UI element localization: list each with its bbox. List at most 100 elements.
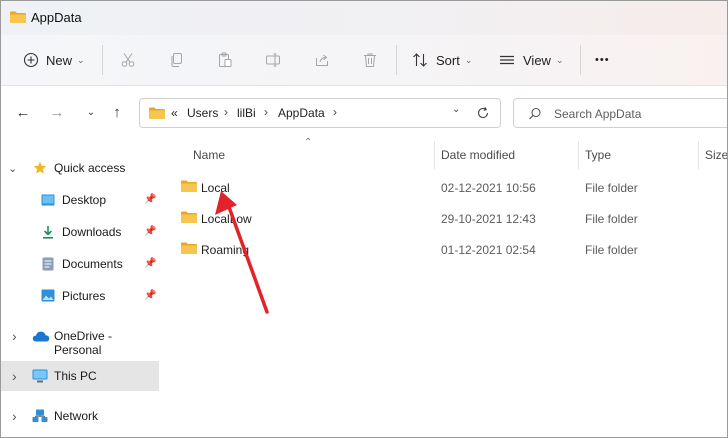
column-divider[interactable] [698, 141, 699, 169]
back-arrow-icon[interactable]: ← [13, 103, 33, 123]
toolbar-divider [580, 45, 581, 75]
nav-item-downloads[interactable]: Downloads 📌 [1, 217, 159, 247]
view-list-icon [500, 55, 514, 65]
pin-icon: 📌 [144, 226, 157, 237]
network-icon [32, 409, 48, 422]
chevron-right-icon[interactable]: › [224, 105, 228, 119]
cloud-icon [32, 331, 50, 342]
column-header-type[interactable]: Type [585, 148, 611, 162]
sort-label: Sort [436, 52, 460, 68]
column-header-name[interactable]: Name [193, 148, 225, 162]
file-row[interactable]: LocalLow 29-10-2021 12:43 File folder [173, 206, 727, 230]
cut-icon[interactable] [120, 52, 136, 68]
file-name[interactable]: Local [201, 181, 230, 195]
chevron-down-icon: ⌄ [464, 54, 473, 65]
nav-label: Network [54, 409, 99, 423]
breadcrumb-users[interactable]: Users [187, 106, 218, 120]
window-title: AppData [31, 10, 82, 25]
file-row[interactable]: Roaming 01-12-2021 02:54 File folder [173, 237, 727, 261]
pin-icon: 📌 [144, 290, 157, 301]
share-icon[interactable] [314, 52, 330, 68]
view-button[interactable]: View ⌄ [499, 35, 564, 85]
file-row[interactable]: Local 02-12-2021 10:56 File folder [173, 175, 727, 199]
column-divider[interactable] [434, 141, 435, 169]
folder-icon [181, 211, 197, 223]
breadcrumb-appdata[interactable]: AppData [278, 106, 325, 120]
nav-item-quick-access[interactable]: ⌄ Quick access [1, 153, 159, 183]
search-placeholder: Search AppData [554, 107, 642, 121]
nav-label: This PC [54, 369, 97, 383]
toolbar-divider [396, 45, 397, 75]
copy-icon[interactable] [169, 52, 185, 68]
new-label: New [46, 52, 73, 68]
nav-label: Quick access [54, 161, 126, 175]
star-icon [33, 161, 47, 174]
documents-icon [42, 257, 54, 271]
plus-circle-icon [23, 52, 39, 68]
pictures-icon [41, 289, 55, 302]
file-date-modified: 29-10-2021 12:43 [441, 212, 536, 226]
download-icon [43, 226, 53, 239]
column-header-size[interactable]: Size [705, 148, 727, 162]
sort-button[interactable]: Sort ⌄ [412, 35, 472, 85]
chevron-right-icon[interactable]: › [12, 408, 17, 424]
computer-icon [32, 369, 48, 383]
file-name[interactable]: LocalLow [201, 212, 252, 226]
nav-item-pictures[interactable]: Pictures 📌 [1, 281, 159, 311]
more-options-icon: ••• [595, 54, 610, 66]
nav-label: Pictures [62, 289, 106, 303]
nav-item-network[interactable]: › Network [1, 401, 159, 431]
title-bar: AppData [1, 1, 727, 35]
up-arrow-icon[interactable]: ↑ [107, 103, 127, 123]
folder-icon [181, 180, 197, 192]
pin-icon: 📌 [144, 258, 157, 269]
file-name[interactable]: Roaming [201, 243, 249, 257]
chevron-right-icon[interactable]: › [12, 328, 17, 344]
folder-icon [181, 242, 197, 254]
desktop-icon [41, 194, 55, 206]
file-date-modified: 02-12-2021 10:56 [441, 181, 536, 195]
nav-label: Downloads [62, 225, 122, 239]
sort-icon [413, 53, 427, 67]
recent-locations-chevron-icon[interactable]: ⌄ [81, 103, 101, 123]
address-dropdown-chevron-icon[interactable]: ⌄ [452, 104, 460, 115]
address-bar[interactable]: « Users › lilBi › AppData › ⌄ [139, 98, 501, 128]
chevron-right-icon[interactable]: › [264, 105, 268, 119]
file-type: File folder [585, 243, 638, 257]
column-header-date-modified[interactable]: Date modified [441, 148, 515, 162]
nav-item-onedrive[interactable]: › OneDrive - Personal [1, 321, 159, 357]
chevron-down-icon: ⌄ [555, 54, 564, 65]
chevron-down-icon[interactable]: ⌄ [8, 162, 17, 175]
nav-label: Documents [62, 257, 123, 271]
chevron-down-icon: ⌄ [77, 54, 85, 65]
search-icon [529, 107, 541, 120]
chevron-right-icon[interactable]: › [12, 368, 17, 384]
nav-label: OneDrive - Personal [54, 329, 113, 357]
paste-icon[interactable] [217, 52, 233, 68]
file-type: File folder [585, 212, 638, 226]
nav-label: Desktop [62, 193, 107, 207]
sort-ascending-indicator: ⌃ [304, 137, 313, 148]
folder-icon [10, 11, 26, 23]
explorer-window: AppData New ⌄ Sort ⌄ View ⌄ ••• ← → ⌄ ↑ … [0, 0, 728, 438]
refresh-icon[interactable] [476, 106, 490, 120]
view-label: View [523, 52, 551, 68]
rename-icon[interactable] [265, 52, 281, 68]
pin-icon: 📌 [144, 194, 157, 205]
new-button[interactable]: New ⌄ [23, 35, 85, 85]
nav-item-this-pc[interactable]: › This PC [1, 361, 159, 391]
delete-icon[interactable] [362, 52, 378, 68]
file-type: File folder [585, 181, 638, 195]
more-options-button[interactable]: ••• [595, 35, 610, 85]
breadcrumb-overflow[interactable]: « [171, 106, 178, 120]
nav-item-documents[interactable]: Documents 📌 [1, 249, 159, 279]
column-divider[interactable] [578, 141, 579, 169]
search-box[interactable]: Search AppData [513, 98, 727, 128]
toolbar-divider [102, 45, 103, 75]
forward-arrow-icon[interactable]: → [47, 103, 67, 123]
file-date-modified: 01-12-2021 02:54 [441, 243, 536, 257]
chevron-right-icon[interactable]: › [333, 105, 337, 119]
folder-icon [149, 107, 165, 119]
breadcrumb-lilbi[interactable]: lilBi [237, 106, 256, 120]
nav-item-desktop[interactable]: Desktop 📌 [1, 185, 159, 215]
